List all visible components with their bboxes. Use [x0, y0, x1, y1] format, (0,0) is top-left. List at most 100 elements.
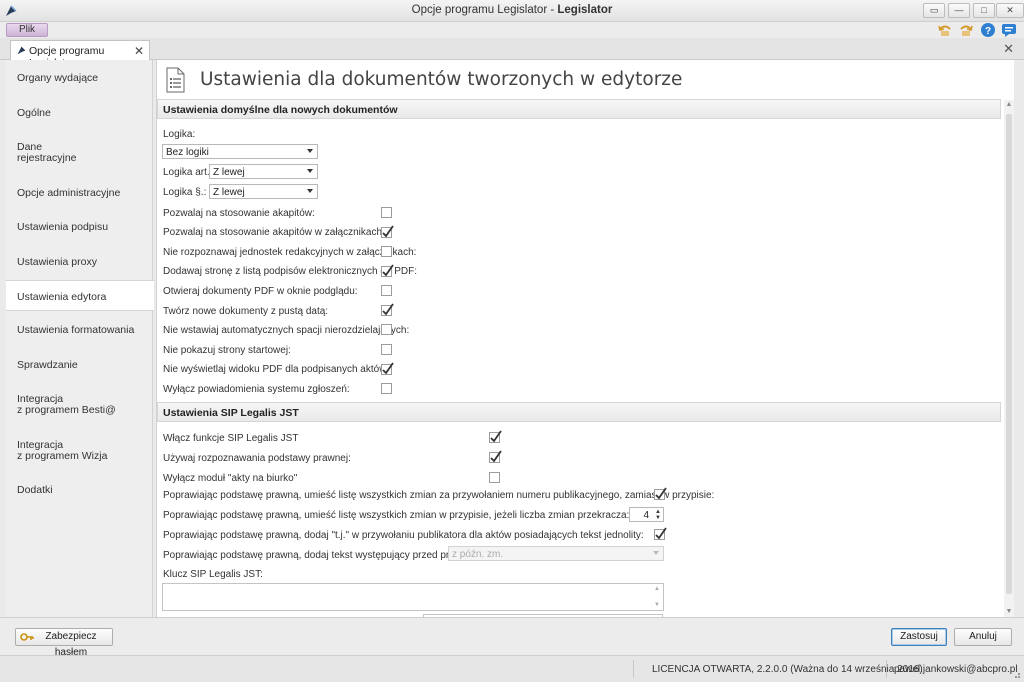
content-scrollbar[interactable]: ▲ ▼ [1004, 100, 1014, 617]
logika-art-dropdown[interactable]: Z lewej [209, 164, 318, 179]
document-tab-strip: Opcje programu Legislator ✕ [0, 38, 1024, 69]
status-bar: LICENCJA OTWARTA, 2.2.0.0 (Ważna do 14 w… [0, 655, 1024, 682]
maximize-button[interactable]: □ [973, 3, 995, 18]
sip-long-option-label: Poprawiając podstawę prawną, dodaj tekst… [163, 550, 489, 561]
option-checkbox[interactable] [381, 362, 394, 375]
logika-par-dropdown[interactable]: Z lewej [209, 184, 318, 199]
sip-key-textarea[interactable]: ▲ ▼ [162, 583, 664, 611]
status-separator [886, 660, 887, 678]
app-logo-icon [17, 46, 26, 55]
cancel-button[interactable]: Anuluj [954, 628, 1012, 646]
option-label: Twórz nowe dokumenty z pustą datą: [163, 306, 329, 317]
apply-button[interactable]: Zastosuj [891, 628, 947, 646]
sip-option-checkbox[interactable] [489, 472, 500, 483]
close-tab-icon[interactable]: ✕ [134, 44, 144, 58]
option-checkbox[interactable] [381, 324, 392, 335]
option-label: Nie pokazuj strony startowej: [163, 345, 291, 356]
tab-options[interactable]: Opcje programu Legislator ✕ [10, 40, 150, 69]
protect-password-button[interactable]: Zabezpiecz hasłem [15, 628, 113, 658]
message-icon[interactable] [1001, 22, 1017, 38]
option-checkbox[interactable] [381, 285, 392, 296]
window-title: Opcje programu Legislator - Legislator [411, 4, 613, 16]
minimize-button[interactable]: — [948, 3, 970, 18]
undo-icon[interactable] [937, 22, 953, 38]
sip-option-label: Używaj rozpoznawania podstawy prawnej: [163, 453, 351, 464]
sip-option-checkbox[interactable] [489, 450, 502, 463]
sip-long-option-checkbox[interactable] [654, 487, 667, 500]
sidebar-item-integracja-wizja[interactable]: Integracja z programem Wizja [6, 440, 153, 462]
textarea-scroll-up-icon[interactable]: ▲ [654, 586, 660, 592]
sip-long-option-checkbox[interactable] [654, 527, 667, 540]
file-menu-button[interactable]: Plik [6, 23, 48, 37]
checkmark-icon [490, 430, 502, 443]
close-panel-icon[interactable]: ✕ [1003, 41, 1014, 57]
scroll-up-icon[interactable]: ▲ [1004, 100, 1014, 110]
sip-key-label: Klucz SIP Legalis JST: [163, 569, 263, 580]
option-checkbox[interactable] [381, 225, 394, 238]
section-header-sip: Ustawienia SIP Legalis JST [157, 402, 1001, 422]
sidebar-item-integracja-bestia[interactable]: Integracja z programem Besti@ [6, 394, 153, 416]
checkmark-icon [382, 264, 394, 277]
license-status: LICENCJA OTWARTA, 2.2.0.0 (Ważna do 14 w… [652, 664, 923, 675]
sip-long-option-label: Poprawiając podstawę prawną, umieść list… [163, 490, 715, 501]
help-icon[interactable]: ? [980, 22, 996, 38]
logika-par-label: Logika §.: [163, 187, 207, 198]
option-label: Nie rozpoznawaj jednostek redakcyjnych w… [163, 247, 417, 258]
sidebar-item-organy[interactable]: Organy wydające [6, 73, 153, 84]
sidebar-item-dane-rejestracyjne[interactable]: Dane rejestracyjne [6, 142, 153, 164]
close-window-button[interactable]: ✕ [996, 3, 1024, 18]
sidebar-item-ustawienia-edytora[interactable]: Ustawienia edytora [6, 280, 154, 311]
status-separator [633, 660, 634, 678]
page-title: Ustawienia dla dokumentów tworzonych w e… [200, 69, 683, 90]
logika-value: Bez logiki [166, 147, 209, 158]
sidebar-item-ustawienia-formatowania[interactable]: Ustawienia formatowania [6, 325, 153, 336]
document-settings-icon [166, 67, 185, 93]
resize-grip-icon[interactable] [1011, 669, 1021, 679]
option-checkbox[interactable] [381, 383, 392, 394]
logika-label: Logika: [163, 129, 196, 140]
restore-layout-button[interactable]: ▭ [923, 3, 945, 18]
prefix-text-dropdown[interactable]: z późn. zm. [448, 546, 664, 561]
scrollbar-thumb[interactable] [1006, 114, 1012, 594]
sip-option-label: Włącz funkcje SIP Legalis JST [163, 433, 299, 444]
checkmark-icon [490, 450, 502, 463]
sip-option-checkbox[interactable] [489, 430, 502, 443]
stepper-down-icon[interactable]: ▼ [655, 515, 661, 521]
checkmark-icon [655, 527, 667, 540]
chevron-down-icon [307, 149, 313, 153]
logika-art-label: Logika art.: [163, 167, 213, 178]
sidebar-item-ogolne[interactable]: Ogólne [6, 108, 153, 119]
checkmark-icon [382, 303, 394, 316]
option-checkbox[interactable] [381, 344, 392, 355]
option-checkbox[interactable] [381, 264, 394, 277]
textarea-scroll-down-icon[interactable]: ▼ [654, 602, 660, 608]
chevron-down-icon [653, 551, 659, 555]
option-label: Dodawaj stronę z listą podpisów elektron… [163, 266, 418, 277]
prefix-text-value: z późn. zm. [452, 549, 504, 560]
sidebar-item-dodatki[interactable]: Dodatki [6, 485, 153, 496]
window-titlebar: Opcje programu Legislator - Legislator ▭… [0, 0, 1024, 22]
sip-long-option-label: Poprawiając podstawę prawną, umieść list… [163, 510, 630, 521]
sidebar-item-ustawienia-proxy[interactable]: Ustawienia proxy [6, 257, 153, 268]
options-sidebar: Organy wydające Ogólne Dane rejestracyjn… [6, 60, 154, 617]
option-label: Nie wstawiaj automatycznych spacji niero… [163, 325, 410, 336]
option-checkbox[interactable] [381, 303, 394, 316]
logika-par-value: Z lewej [213, 187, 245, 198]
option-checkbox[interactable] [381, 246, 392, 257]
key-icon [20, 633, 34, 641]
option-checkbox[interactable] [381, 207, 392, 218]
section-header-defaults: Ustawienia domyślne dla nowych dokumentó… [157, 99, 1001, 119]
sip-option-label: Wyłącz moduł "akty na biurko" [163, 473, 298, 484]
changes-threshold-stepper[interactable]: 4 ▲ ▼ [629, 507, 664, 522]
sidebar-item-sprawdzanie[interactable]: Sprawdzanie [6, 360, 153, 371]
option-label: Otwieraj dokumenty PDF w oknie podglądu: [163, 286, 358, 297]
checkmark-icon [655, 487, 667, 500]
sidebar-item-opcje-administracyjne[interactable]: Opcje administracyjne [6, 188, 153, 199]
option-label: Pozwalaj na stosowanie akapitów w załącz… [163, 227, 385, 238]
logika-dropdown[interactable]: Bez logiki [162, 144, 318, 159]
option-label: Wyłącz powiadomienia systemu zgłoszeń: [163, 384, 350, 395]
redo-icon[interactable] [958, 22, 974, 38]
sidebar-item-ustawienia-podpisu[interactable]: Ustawienia podpisu [6, 222, 153, 233]
changes-threshold-value: 4 [643, 510, 649, 521]
scroll-down-icon[interactable]: ▼ [1004, 607, 1014, 617]
